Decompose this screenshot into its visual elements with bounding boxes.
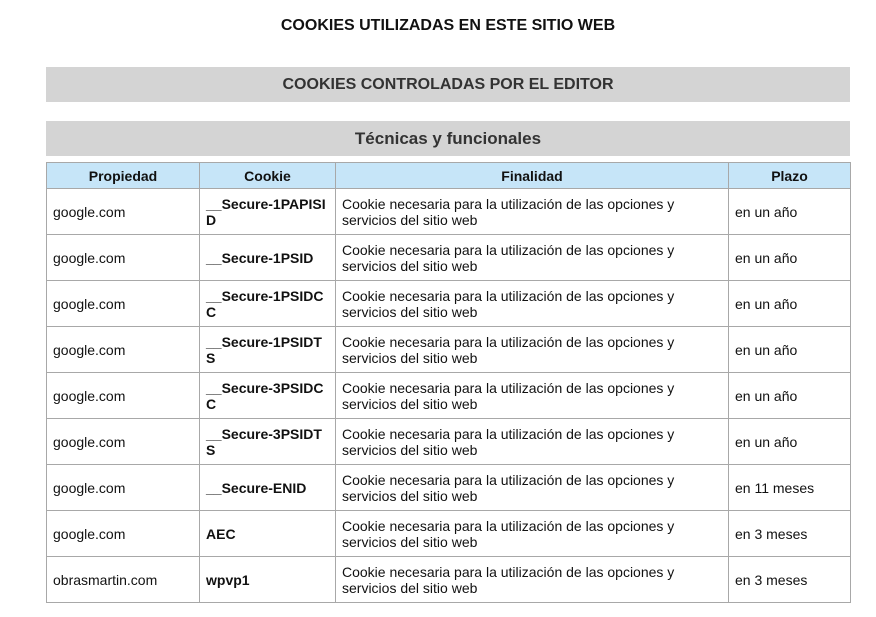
table-row: google.com __Secure-1PSID Cookie necesar… — [46, 234, 851, 281]
cell-propiedad: google.com — [46, 234, 200, 281]
cell-plazo: en un año — [728, 326, 851, 373]
cell-plazo: en 3 meses — [728, 556, 851, 603]
cell-cookie: __Secure-1PSIDCC — [199, 280, 336, 327]
cell-finalidad: Cookie necesaria para la utilización de … — [335, 464, 729, 511]
cell-finalidad: Cookie necesaria para la utilización de … — [335, 418, 729, 465]
cell-propiedad: google.com — [46, 326, 200, 373]
table-row: google.com AEC Cookie necesaria para la … — [46, 510, 851, 557]
cell-plazo: en 3 meses — [728, 510, 851, 557]
cell-plazo: en un año — [728, 234, 851, 281]
table-header-row: Propiedad Cookie Finalidad Plazo — [46, 162, 851, 189]
cell-finalidad: Cookie necesaria para la utilización de … — [335, 372, 729, 419]
column-header-propiedad: Propiedad — [46, 162, 200, 189]
cell-propiedad: google.com — [46, 418, 200, 465]
cell-propiedad: google.com — [46, 188, 200, 235]
cell-finalidad: Cookie necesaria para la utilización de … — [335, 188, 729, 235]
column-header-finalidad: Finalidad — [335, 162, 729, 189]
cell-cookie: __Secure-ENID — [199, 464, 336, 511]
table-row: google.com __Secure-ENID Cookie necesari… — [46, 464, 851, 511]
table-row: google.com __Secure-1PAPISID Cookie nece… — [46, 188, 851, 235]
cell-propiedad: google.com — [46, 510, 200, 557]
cell-cookie: AEC — [199, 510, 336, 557]
column-header-cookie: Cookie — [199, 162, 336, 189]
table-row: google.com __Secure-1PSIDCC Cookie neces… — [46, 280, 851, 327]
cell-propiedad: google.com — [46, 280, 200, 327]
cell-finalidad: Cookie necesaria para la utilización de … — [335, 234, 729, 281]
table-row: google.com __Secure-3PSIDCC Cookie neces… — [46, 372, 851, 419]
column-header-plazo: Plazo — [728, 162, 851, 189]
cell-finalidad: Cookie necesaria para la utilización de … — [335, 326, 729, 373]
cell-plazo: en un año — [728, 280, 851, 327]
cell-finalidad: Cookie necesaria para la utilización de … — [335, 510, 729, 557]
cell-cookie: __Secure-3PSIDTS — [199, 418, 336, 465]
cell-cookie: __Secure-3PSIDCC — [199, 372, 336, 419]
cell-plazo: en un año — [728, 372, 851, 419]
table-row: obrasmartin.com wpvp1 Cookie necesaria p… — [46, 556, 851, 603]
cell-propiedad: google.com — [46, 372, 200, 419]
section-header: COOKIES CONTROLADAS POR EL EDITOR — [46, 67, 850, 102]
cell-cookie: __Secure-1PAPISID — [199, 188, 336, 235]
category-header: Técnicas y funcionales — [46, 121, 850, 156]
cell-plazo: en un año — [728, 188, 851, 235]
cell-cookie: wpvp1 — [199, 556, 336, 603]
cell-plazo: en 11 meses — [728, 464, 851, 511]
cell-propiedad: obrasmartin.com — [46, 556, 200, 603]
cell-finalidad: Cookie necesaria para la utilización de … — [335, 556, 729, 603]
cell-finalidad: Cookie necesaria para la utilización de … — [335, 280, 729, 327]
table-row: google.com __Secure-3PSIDTS Cookie neces… — [46, 418, 851, 465]
cell-propiedad: google.com — [46, 464, 200, 511]
cookies-table: Propiedad Cookie Finalidad Plazo google.… — [46, 162, 851, 603]
table-row: google.com __Secure-1PSIDTS Cookie neces… — [46, 326, 851, 373]
cell-cookie: __Secure-1PSID — [199, 234, 336, 281]
cell-plazo: en un año — [728, 418, 851, 465]
cell-cookie: __Secure-1PSIDTS — [199, 326, 336, 373]
page-title: COOKIES UTILIZADAS EN ESTE SITIO WEB — [280, 17, 616, 34]
